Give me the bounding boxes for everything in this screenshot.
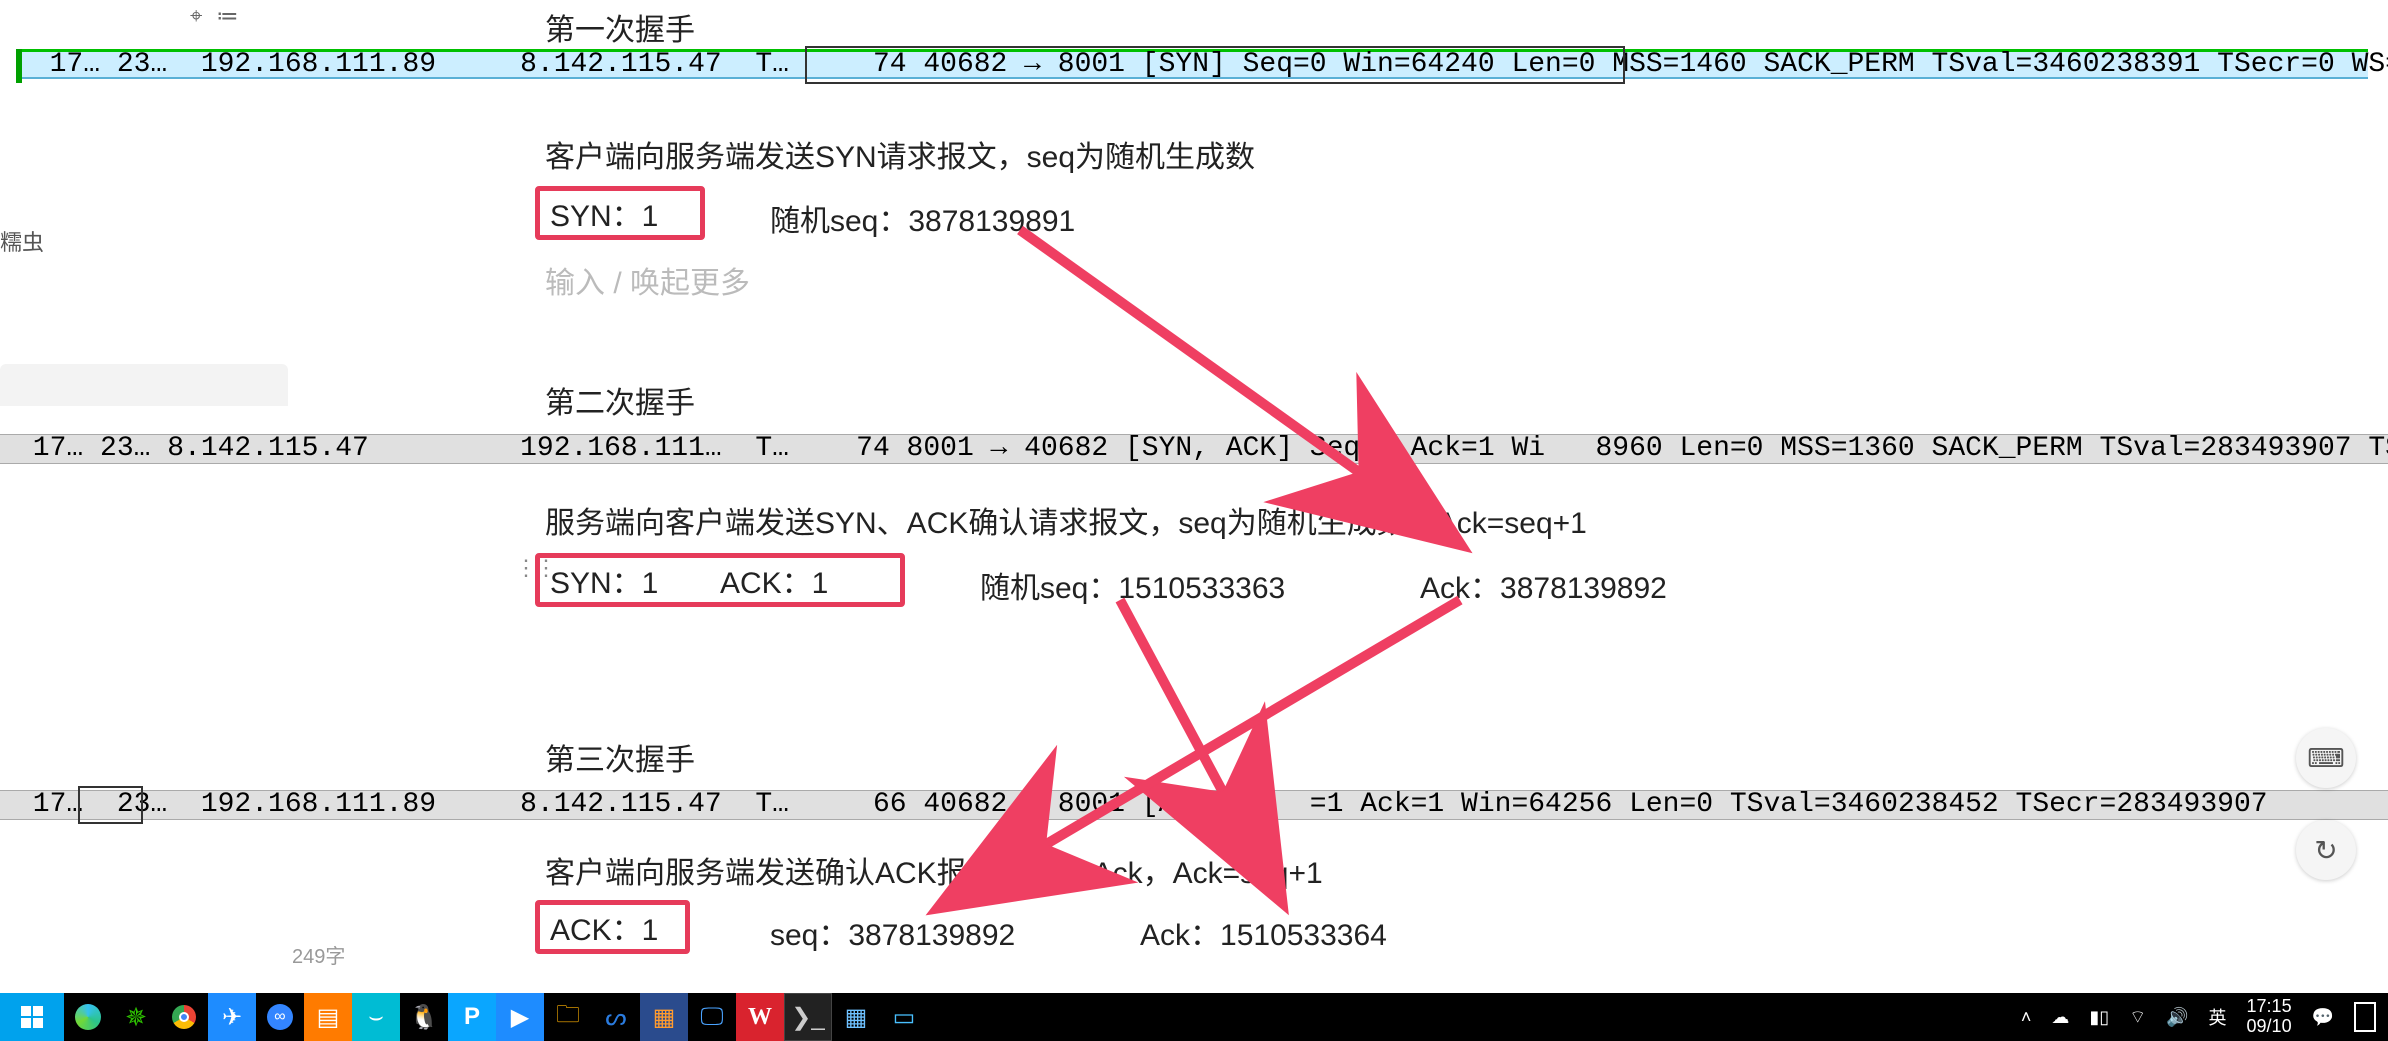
keyboard-icon: ⌨ [2307, 743, 2345, 774]
tray-volume-icon[interactable]: 🔊 [2166, 1007, 2188, 1028]
handshake3-seq: seq：3878139892 [770, 910, 1015, 954]
capture-row-2-text: 17… 23… 8.142.115.47 192.168.111… T… 74 … [16, 434, 2388, 464]
tray-clock[interactable]: 17:15 09/10 [2247, 997, 2292, 1037]
word-count: 249字 [292, 940, 345, 969]
folder-icon: 🗀 [556, 997, 580, 1038]
taskbar-wireshark[interactable]: ᔕ [592, 993, 640, 1041]
taskbar-monitor[interactable]: 🖵 [688, 993, 736, 1041]
tray-chevron-icon[interactable]: ˄ [2021, 1007, 2032, 1028]
sidebar-label: 糯虫 [0, 225, 44, 257]
keyboard-button[interactable]: ⌨ [2296, 728, 2356, 788]
taskbar-vm[interactable]: ▦ [640, 993, 688, 1041]
handshake3-desc: 客户端向服务端发送确认ACK报文，seq=Ack，Ack=seq+1 [545, 848, 1323, 892]
capture-row-3[interactable]: 17… 23… 192.168.111.89 8.142.115.47 T… 6… [0, 790, 2388, 820]
taskbar-wechat[interactable]: ✵ [112, 993, 160, 1041]
target-icon[interactable]: ⌖ [190, 3, 202, 29]
taskbar-qq[interactable]: 🐧 [400, 993, 448, 1041]
tray-wifi-icon[interactable]: ⌔ [2129, 1006, 2146, 1029]
taskbar-music[interactable]: ⌣ [352, 993, 400, 1041]
editor-placeholder[interactable]: 输入 / 唤起更多 [545, 258, 750, 302]
qq-icon: 🐧 [409, 1003, 439, 1032]
system-tray: ˄ ☁ ▮▯ ⌔ 🔊 英 17:15 09/10 💬 [2021, 997, 2388, 1037]
tray-show-desktop[interactable] [2354, 1002, 2376, 1032]
capture-row-1[interactable]: 17… 23… 192.168.111.89 8.142.115.47 T… 7… [16, 49, 2368, 79]
handshake1-syn-box: SYN：1 [535, 186, 705, 240]
editor-tool-icons: ⌖ ≔ [190, 3, 238, 29]
sidebar-tab[interactable] [0, 364, 288, 408]
baidu-icon: ∞ [267, 1004, 293, 1030]
tray-ime-icon[interactable]: 英 [2209, 1004, 2227, 1030]
taskbar-baidu[interactable]: ∞ [256, 993, 304, 1041]
tray-cloud-icon[interactable]: ☁ [2051, 1007, 2069, 1028]
history-button[interactable]: ↻ [2296, 820, 2356, 880]
tray-battery-icon[interactable]: ▮▯ [2089, 1007, 2109, 1028]
monitor-icon: 🖵 [700, 1003, 723, 1031]
handshake2-title: 第二次握手 [545, 378, 695, 422]
doc-icon: ▤ [317, 1003, 340, 1032]
handshake2-flag-box: SYN：1 ACK：1 [535, 553, 905, 607]
chrome-icon [172, 1005, 196, 1029]
start-button[interactable] [0, 993, 64, 1041]
taskbar-wps[interactable]: W [736, 993, 784, 1041]
handshake1-desc: 客户端向服务端发送SYN请求报文，seq为随机生成数 [545, 132, 1255, 176]
desk-icon: ▭ [893, 1003, 916, 1032]
dingtalk-icon: ✈ [222, 1003, 242, 1032]
handshake3-ack-box: ACK：1 [535, 900, 690, 954]
play-icon: ▶ [511, 1003, 529, 1032]
taskbar-terminal[interactable]: ❯_ [784, 993, 832, 1041]
capture-row-3-text: 17… 23… 192.168.111.89 8.142.115.47 T… 6… [16, 790, 2268, 820]
handshake2-seq: 随机seq：1510533363 [980, 563, 1285, 607]
edge-icon [75, 1004, 101, 1030]
capture-row-2[interactable]: 17… 23… 8.142.115.47 192.168.111… T… 74 … [0, 434, 2388, 464]
capture-row-1-text: 17… 23… 192.168.111.89 8.142.115.47 T… 7… [16, 50, 2388, 80]
taskbar-desk[interactable]: ▭ [880, 993, 928, 1041]
tray-notifications-icon[interactable]: 💬 [2312, 1007, 2334, 1028]
vm-icon: ▦ [653, 1003, 676, 1032]
handshake3-ack: Ack：1510533364 [1140, 910, 1387, 954]
calc-icon: ▦ [845, 1003, 868, 1032]
taskbar-calc[interactable]: ▦ [832, 993, 880, 1041]
taskbar: ✵ ✈ ∞ ▤ ⌣ 🐧 P ▶ 🗀 ᔕ ▦ 🖵 W ❯_ ▦ ▭ ˄ ☁ ▮▯ … [0, 993, 2388, 1041]
wechat-icon: ✵ [125, 1002, 147, 1033]
wps-icon: W [748, 1004, 772, 1031]
p-icon: P [464, 1003, 480, 1031]
taskbar-pause[interactable]: P [448, 993, 496, 1041]
list-icon[interactable]: ≔ [216, 3, 238, 29]
terminal-icon: ❯_ [791, 1003, 824, 1032]
taskbar-chrome[interactable] [160, 993, 208, 1041]
handshake2-ack: Ack：3878139892 [1420, 563, 1667, 607]
windows-icon [21, 1006, 43, 1028]
handshake1-seq: 随机seq：3878139891 [770, 196, 1075, 240]
shark-icon: ᔕ [605, 1003, 626, 1032]
handshake2-desc: 服务端向客户端发送SYN、ACK确认请求报文，seq为随机生成数，Ack=seq… [545, 498, 1587, 542]
taskbar-dingtalk[interactable]: ✈ [208, 993, 256, 1041]
history-icon: ↻ [2314, 834, 2337, 867]
taskbar-folder[interactable]: 🗀 [544, 993, 592, 1041]
taskbar-doc[interactable]: ▤ [304, 993, 352, 1041]
taskbar-apps: ✵ ✈ ∞ ▤ ⌣ 🐧 P ▶ 🗀 ᔕ ▦ 🖵 W ❯_ ▦ ▭ [64, 993, 928, 1041]
handshake3-title: 第三次握手 [545, 735, 695, 779]
music-icon: ⌣ [368, 1003, 384, 1031]
handshake1-title: 第一次握手 [545, 5, 695, 49]
taskbar-edge[interactable] [64, 993, 112, 1041]
taskbar-blue[interactable]: ▶ [496, 993, 544, 1041]
